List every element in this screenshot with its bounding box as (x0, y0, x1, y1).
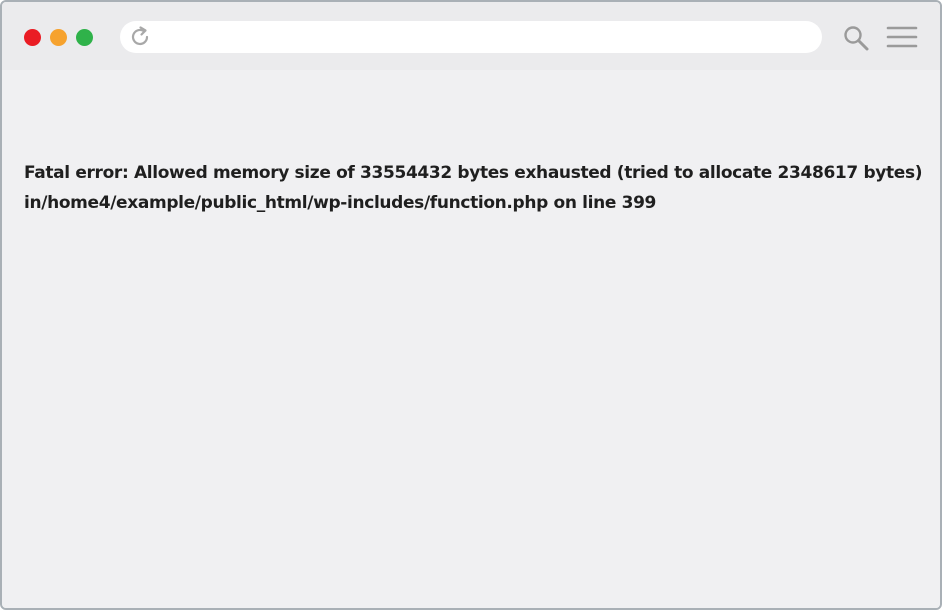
page-content: Fatal error: Allowed memory size of 3355… (2, 70, 940, 608)
url-input[interactable] (164, 25, 804, 49)
error-line-2: in/home4/example/public_html/wp-includes… (24, 193, 657, 213)
fatal-error-message: Fatal error: Allowed memory size of 3355… (24, 158, 924, 218)
error-line-1: Fatal error: Allowed memory size of 3355… (24, 163, 923, 183)
menu-icon[interactable] (886, 24, 918, 50)
minimize-window-button[interactable] (50, 29, 67, 46)
browser-window: Fatal error: Allowed memory size of 3355… (0, 0, 942, 610)
close-window-button[interactable] (24, 29, 41, 46)
address-bar[interactable] (120, 21, 822, 53)
search-icon[interactable] (842, 24, 870, 52)
maximize-window-button[interactable] (76, 29, 93, 46)
browser-toolbar (2, 2, 940, 70)
reload-icon[interactable] (128, 25, 152, 49)
